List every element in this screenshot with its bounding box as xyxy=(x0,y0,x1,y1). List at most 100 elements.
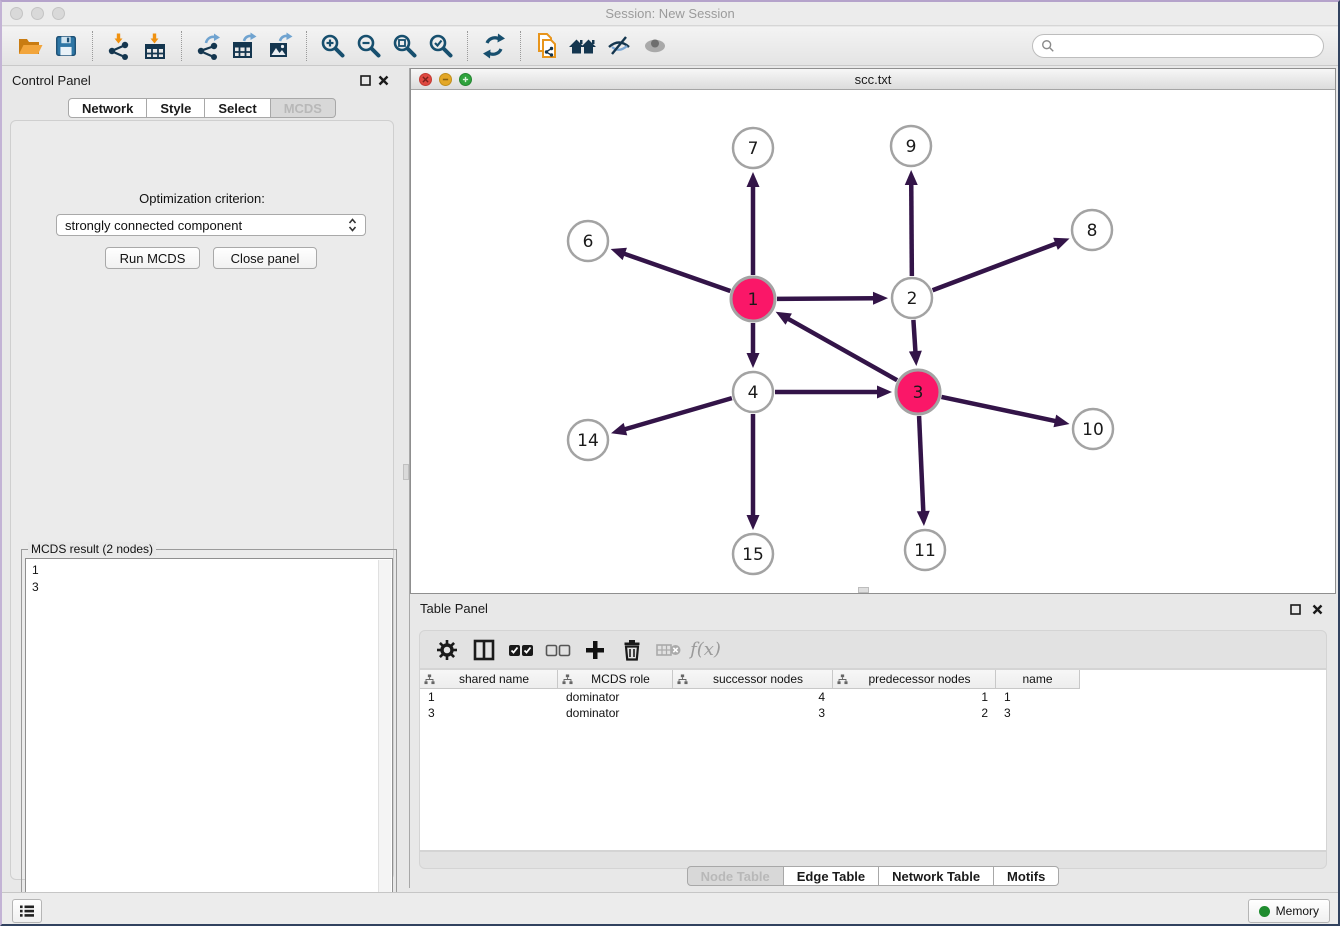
tab-node-table[interactable]: Node Table xyxy=(687,866,784,886)
graph-edge-2-8[interactable] xyxy=(933,243,1059,291)
table-cell[interactable]: 1 xyxy=(996,689,1080,705)
eye-icon xyxy=(641,32,669,60)
close-table-panel-button[interactable] xyxy=(1308,601,1326,617)
import-table-button[interactable] xyxy=(137,30,173,62)
table-cell[interactable]: 2 xyxy=(833,705,996,721)
zoom-in-button[interactable] xyxy=(315,30,351,62)
network-window-title: scc.txt xyxy=(411,72,1335,87)
table-cell[interactable]: 4 xyxy=(673,689,833,705)
hide-graphics-button[interactable] xyxy=(601,30,637,62)
graph-edge-3-1[interactable] xyxy=(786,318,897,381)
graph-node-label-8: 8 xyxy=(1087,221,1098,241)
deselect-all-button[interactable] xyxy=(539,634,576,666)
table-cell[interactable]: 1 xyxy=(420,689,558,705)
zoom-out-button[interactable] xyxy=(351,30,387,62)
mcds-result-list[interactable]: 13 xyxy=(25,558,393,923)
table-cell[interactable]: dominator xyxy=(558,705,673,721)
task-history-button[interactable] xyxy=(12,899,42,923)
graph-edge-1-6[interactable] xyxy=(622,253,730,291)
houses-icon xyxy=(568,32,598,60)
float-panel-button[interactable] xyxy=(356,72,374,88)
close-panel-button[interactable] xyxy=(374,72,392,88)
table-cell[interactable]: 1 xyxy=(833,689,996,705)
refresh-icon xyxy=(480,32,508,60)
split-view-button[interactable] xyxy=(465,634,502,666)
toolbar-separator xyxy=(467,31,468,61)
import-network-button[interactable] xyxy=(101,30,137,62)
zoom-selected-button[interactable] xyxy=(423,30,459,62)
graph-node-label-15: 15 xyxy=(742,545,764,565)
table-settings-button[interactable] xyxy=(428,634,465,666)
optimization-criterion-select[interactable]: strongly connected component xyxy=(56,214,366,236)
table-cell[interactable]: dominator xyxy=(558,689,673,705)
tab-edge-table[interactable]: Edge Table xyxy=(784,866,879,886)
table-cell[interactable]: 3 xyxy=(673,705,833,721)
column-header-predecessor-nodes[interactable]: predecessor nodes xyxy=(833,670,996,689)
graph-edge-2-3[interactable] xyxy=(913,320,915,354)
select-all-button[interactable] xyxy=(502,634,539,666)
add-column-button[interactable] xyxy=(576,634,613,666)
result-scrollbar[interactable] xyxy=(378,560,391,921)
export-table-icon xyxy=(230,32,258,60)
tab-mcds[interactable]: MCDS xyxy=(271,98,336,118)
mcds-panel: Optimization criterion: strongly connect… xyxy=(10,120,394,880)
export-network-button[interactable] xyxy=(190,30,226,62)
open-session-button[interactable] xyxy=(12,30,48,62)
application-window: Session: New Session xyxy=(0,0,1340,926)
column-header-shared-name[interactable]: shared name xyxy=(420,670,558,689)
tab-network[interactable]: Network xyxy=(68,98,147,118)
search-input[interactable] xyxy=(1055,39,1323,53)
splitter-handle[interactable] xyxy=(403,464,409,480)
show-graphics-button[interactable] xyxy=(637,30,673,62)
node-table[interactable]: shared nameMCDS rolesuccessor nodesprede… xyxy=(419,669,1327,851)
cybrowser-button[interactable] xyxy=(565,30,601,62)
main-toolbar xyxy=(2,27,1338,66)
graph-edge-arrowhead xyxy=(611,423,627,435)
memory-button[interactable]: Memory xyxy=(1248,899,1330,923)
save-session-button[interactable] xyxy=(48,30,84,62)
column-header-name[interactable]: name xyxy=(996,670,1080,689)
attribute-tree-icon xyxy=(424,674,435,685)
float-table-panel-button[interactable] xyxy=(1286,601,1304,617)
table-cell[interactable]: 3 xyxy=(420,705,558,721)
table-row[interactable]: 3dominator323 xyxy=(420,705,1326,721)
tab-network-table[interactable]: Network Table xyxy=(879,866,994,886)
column-header-successor-nodes[interactable]: successor nodes xyxy=(673,670,833,689)
delete-column-button[interactable] xyxy=(613,634,650,666)
search-field[interactable] xyxy=(1032,34,1324,58)
graph-edge-3-11[interactable] xyxy=(919,416,923,514)
control-panel-title: Control Panel xyxy=(12,73,91,88)
table-row[interactable]: 1dominator411 xyxy=(420,689,1326,705)
eye-slash-icon xyxy=(605,32,633,60)
network-canvas[interactable]: 7968124314101511 xyxy=(411,90,1335,593)
function-builder-button-disabled: f(x) xyxy=(687,634,724,666)
unchecked-boxes-icon xyxy=(545,642,571,658)
refresh-view-button[interactable] xyxy=(476,30,512,62)
graph-edge-1-2[interactable] xyxy=(777,298,876,299)
network-file-button[interactable] xyxy=(529,30,565,62)
optimization-criterion-label: Optimization criterion: xyxy=(11,191,393,206)
graph-edge-4-14[interactable] xyxy=(623,398,732,430)
graph-edge-2-9[interactable] xyxy=(911,182,912,276)
tab-style[interactable]: Style xyxy=(147,98,205,118)
zoom-fit-button[interactable] xyxy=(387,30,423,62)
export-image-button[interactable] xyxy=(262,30,298,62)
table-panel: Table Panel xyxy=(410,596,1336,892)
table-cell[interactable]: 3 xyxy=(996,705,1080,721)
close-mcds-panel-button[interactable]: Close panel xyxy=(213,247,317,269)
open-folder-icon xyxy=(16,32,44,60)
delete-table-button-disabled xyxy=(650,634,687,666)
graph-node-label-7: 7 xyxy=(748,139,759,159)
trash-icon xyxy=(622,639,642,661)
column-header-mcds-role[interactable]: MCDS role xyxy=(558,670,673,689)
vertical-splitter[interactable] xyxy=(402,68,410,888)
tab-select[interactable]: Select xyxy=(205,98,270,118)
graph-edge-3-10[interactable] xyxy=(941,397,1057,422)
network-window-titlebar[interactable]: scc.txt xyxy=(411,69,1335,90)
canvas-resize-handle[interactable] xyxy=(858,587,869,593)
gear-icon xyxy=(436,639,458,661)
run-mcds-button[interactable]: Run MCDS xyxy=(105,247,200,269)
export-table-button[interactable] xyxy=(226,30,262,62)
tab-motifs[interactable]: Motifs xyxy=(994,866,1059,886)
memory-label: Memory xyxy=(1276,904,1319,918)
